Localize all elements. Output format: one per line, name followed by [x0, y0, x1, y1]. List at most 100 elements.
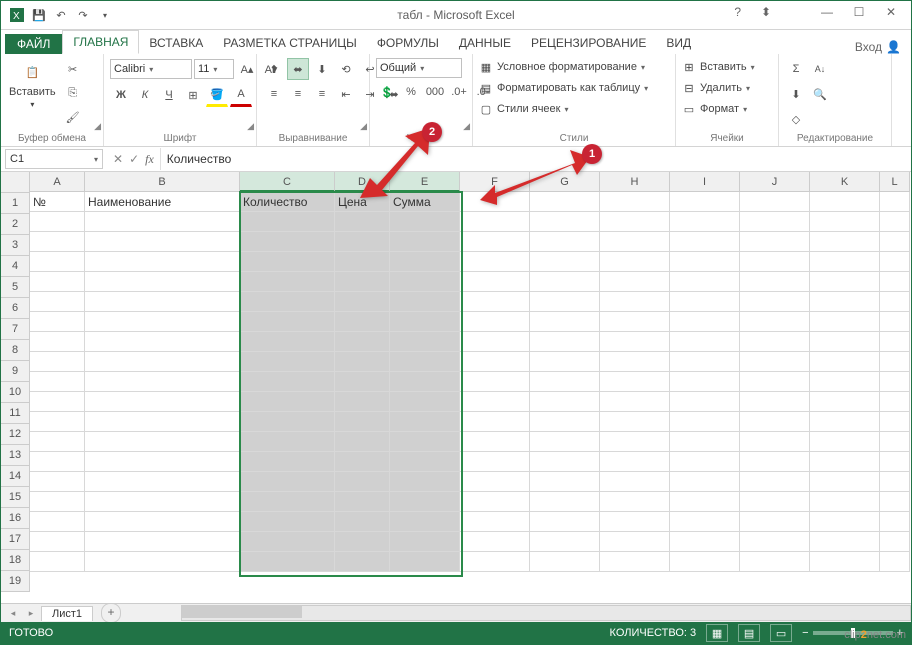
cell[interactable] — [240, 472, 335, 492]
cell[interactable] — [670, 492, 740, 512]
insert-cells-button[interactable]: ⊞Вставить▾ — [682, 58, 755, 76]
cell[interactable] — [390, 432, 460, 452]
cell[interactable] — [810, 532, 880, 552]
cell[interactable]: Количество — [240, 192, 335, 212]
cell[interactable] — [740, 472, 810, 492]
cell[interactable] — [600, 352, 670, 372]
cell[interactable] — [600, 552, 670, 572]
align-center-icon[interactable]: ≡ — [287, 83, 309, 105]
column-header[interactable]: L — [880, 172, 910, 192]
column-header[interactable]: E — [390, 172, 460, 192]
cell[interactable] — [740, 512, 810, 532]
cell[interactable] — [740, 272, 810, 292]
cell[interactable] — [530, 552, 600, 572]
cell[interactable] — [390, 372, 460, 392]
cell[interactable] — [240, 552, 335, 572]
cell[interactable] — [670, 472, 740, 492]
paste-button[interactable]: 📋 Вставить ▾ — [7, 58, 58, 111]
column-header[interactable]: D — [335, 172, 390, 192]
number-format-combo[interactable]: Общий▾ — [376, 58, 462, 78]
cell[interactable] — [880, 532, 910, 552]
cell[interactable] — [880, 552, 910, 572]
cell[interactable] — [390, 552, 460, 572]
tab-home[interactable]: ГЛАВНАЯ — [62, 30, 139, 54]
cell[interactable] — [335, 212, 390, 232]
cell[interactable] — [85, 392, 240, 412]
cell[interactable] — [670, 412, 740, 432]
cell[interactable] — [810, 412, 880, 432]
font-launcher-icon[interactable]: ◢ — [247, 121, 254, 132]
tab-data[interactable]: ДАННЫЕ — [449, 32, 521, 54]
cell[interactable] — [810, 332, 880, 352]
cell[interactable] — [530, 252, 600, 272]
maximize-button[interactable]: ☐ — [843, 1, 875, 23]
cell[interactable] — [530, 212, 600, 232]
cell[interactable] — [670, 272, 740, 292]
font-size-combo[interactable]: 11▾ — [194, 59, 234, 79]
cell[interactable] — [335, 392, 390, 412]
cell[interactable] — [880, 252, 910, 272]
row-header[interactable]: 14 — [1, 466, 30, 487]
cell[interactable] — [240, 452, 335, 472]
cell[interactable] — [390, 532, 460, 552]
cell[interactable] — [335, 452, 390, 472]
cell[interactable] — [335, 492, 390, 512]
cell[interactable] — [740, 552, 810, 572]
format-cells-button[interactable]: ▭Формат▾ — [682, 100, 747, 118]
cell[interactable] — [240, 412, 335, 432]
align-top-icon[interactable]: ⬆ — [263, 58, 285, 80]
cell[interactable]: № — [30, 192, 85, 212]
close-button[interactable]: ✕ — [875, 1, 907, 23]
column-header[interactable]: F — [460, 172, 530, 192]
row-header[interactable]: 11 — [1, 403, 30, 424]
cell[interactable] — [600, 492, 670, 512]
row-header[interactable]: 9 — [1, 361, 30, 382]
zoom-out-icon[interactable]: − — [802, 627, 808, 639]
cell[interactable]: Цена — [335, 192, 390, 212]
cell[interactable] — [85, 332, 240, 352]
cell[interactable] — [600, 532, 670, 552]
cell[interactable] — [810, 232, 880, 252]
sort-filter-icon[interactable]: A↓ — [809, 58, 831, 80]
column-header[interactable]: J — [740, 172, 810, 192]
cell[interactable] — [810, 552, 880, 572]
row-header[interactable]: 6 — [1, 298, 30, 319]
cell[interactable] — [30, 452, 85, 472]
cell[interactable] — [740, 292, 810, 312]
cell[interactable] — [810, 492, 880, 512]
row-header[interactable]: 2 — [1, 214, 30, 235]
cell[interactable] — [30, 492, 85, 512]
cell[interactable] — [670, 352, 740, 372]
cell[interactable] — [880, 292, 910, 312]
cell[interactable] — [740, 252, 810, 272]
cell[interactable] — [600, 212, 670, 232]
cell[interactable] — [30, 552, 85, 572]
cell[interactable] — [530, 352, 600, 372]
cell[interactable] — [600, 472, 670, 492]
cell[interactable] — [30, 472, 85, 492]
tab-review[interactable]: РЕЦЕНЗИРОВАНИЕ — [521, 32, 656, 54]
cell[interactable] — [880, 512, 910, 532]
cell[interactable] — [460, 292, 530, 312]
cell[interactable] — [880, 232, 910, 252]
cell[interactable] — [530, 532, 600, 552]
cell[interactable] — [85, 472, 240, 492]
cell[interactable] — [390, 452, 460, 472]
cell[interactable] — [670, 452, 740, 472]
cell[interactable] — [600, 412, 670, 432]
cell[interactable] — [880, 452, 910, 472]
align-right-icon[interactable]: ≡ — [311, 83, 333, 105]
cell[interactable] — [30, 212, 85, 232]
cell[interactable] — [600, 332, 670, 352]
cell[interactable] — [460, 192, 530, 212]
sheet-tab[interactable]: Лист1 — [41, 606, 93, 621]
clipboard-launcher-icon[interactable]: ◢ — [94, 121, 101, 132]
cell[interactable] — [530, 332, 600, 352]
cell[interactable]: Сумма — [390, 192, 460, 212]
cell[interactable] — [335, 352, 390, 372]
column-header[interactable]: B — [85, 172, 240, 192]
cell[interactable] — [670, 292, 740, 312]
row-header[interactable]: 18 — [1, 550, 30, 571]
cell[interactable] — [240, 252, 335, 272]
cell[interactable] — [670, 512, 740, 532]
